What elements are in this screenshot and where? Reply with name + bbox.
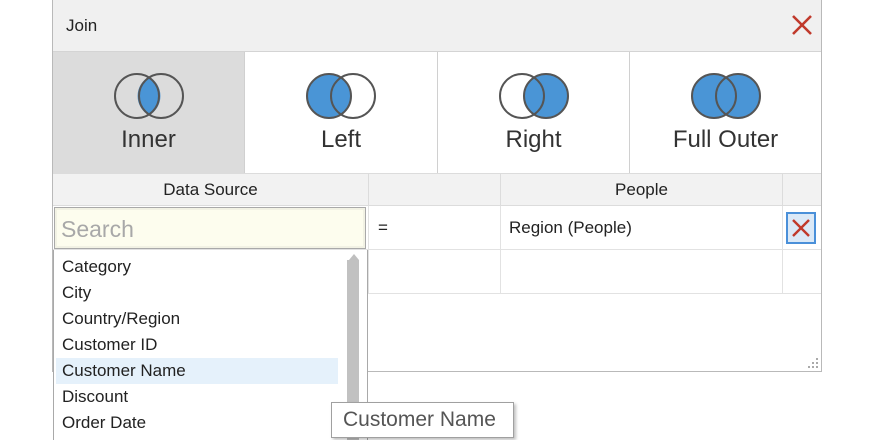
- list-item[interactable]: Order Date: [56, 410, 338, 436]
- list-item[interactable]: Category: [56, 254, 338, 280]
- list-item[interactable]: Customer ID: [56, 332, 338, 358]
- field-dropdown-list: Category City Country/Region Customer ID…: [53, 250, 368, 440]
- column-header-people: People: [501, 174, 783, 205]
- right-field-cell[interactable]: Region (People): [501, 206, 783, 249]
- close-icon[interactable]: [789, 12, 815, 38]
- list-item[interactable]: Discount: [56, 384, 338, 410]
- field-search-box: [54, 207, 366, 249]
- operator-cell[interactable]: =: [369, 206, 501, 249]
- right-field-cell[interactable]: [501, 250, 783, 293]
- join-type-label: Left: [320, 126, 362, 153]
- list-item-hovered[interactable]: Customer Name: [56, 358, 338, 384]
- join-clause-header: Data Source People: [53, 173, 821, 206]
- list-item[interactable]: Country/Region: [56, 306, 338, 332]
- column-header-operator: [369, 174, 501, 205]
- resize-grip-icon[interactable]: [807, 357, 819, 369]
- join-type-label: Right: [505, 126, 562, 153]
- operator-cell[interactable]: [369, 250, 501, 293]
- join-type-right[interactable]: Right: [438, 52, 630, 173]
- list-item[interactable]: City: [56, 280, 338, 306]
- venn-full-outer-icon: [690, 73, 761, 119]
- close-icon: [792, 219, 810, 237]
- remove-clause-button[interactable]: [786, 212, 816, 244]
- dialog-titlebar: Join: [53, 0, 821, 52]
- column-header-data-source: Data Source: [53, 174, 369, 205]
- join-type-selector: Inner Left Right Full Outer: [53, 52, 821, 173]
- venn-inner-icon: [113, 73, 184, 119]
- join-type-inner[interactable]: Inner: [53, 52, 245, 173]
- column-header-actions: [783, 174, 821, 205]
- join-type-left[interactable]: Left: [245, 52, 438, 173]
- join-type-label: Full Outer: [672, 126, 779, 153]
- join-type-full-outer[interactable]: Full Outer: [630, 52, 821, 173]
- dialog-title: Join: [66, 16, 98, 35]
- search-input[interactable]: [59, 212, 363, 246]
- join-type-label: Inner: [121, 126, 176, 153]
- hover-tooltip: Customer Name: [331, 402, 514, 438]
- venn-left-icon: [306, 73, 376, 119]
- venn-right-icon: [498, 73, 569, 119]
